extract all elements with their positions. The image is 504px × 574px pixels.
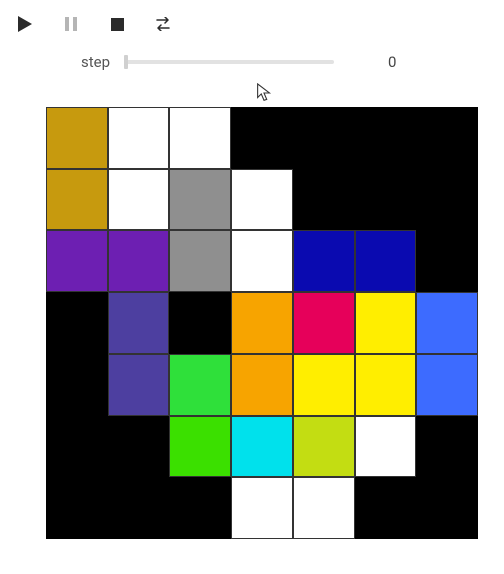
grid-cell — [46, 292, 108, 354]
grid-cell — [416, 230, 478, 292]
grid-cell — [416, 416, 478, 478]
loop-button[interactable] — [154, 15, 172, 33]
grid-cell — [46, 107, 108, 169]
grid-cell — [293, 477, 355, 539]
grid-cell — [293, 230, 355, 292]
grid-cell — [46, 477, 108, 539]
grid-cell — [46, 416, 108, 478]
grid-cell — [293, 292, 355, 354]
grid-cell — [231, 107, 293, 169]
grid-cell — [416, 354, 478, 416]
grid-cell — [355, 354, 417, 416]
grid-cell — [108, 230, 170, 292]
play-button[interactable] — [16, 15, 34, 33]
grid-cell — [293, 354, 355, 416]
grid-cell — [355, 107, 417, 169]
grid-cell — [231, 477, 293, 539]
play-icon — [18, 16, 32, 32]
grid-cell — [231, 416, 293, 478]
grid-container — [10, 107, 494, 539]
grid-cell — [169, 354, 231, 416]
grid-cell — [355, 292, 417, 354]
pause-icon — [65, 17, 77, 31]
cursor-overlay — [10, 83, 494, 105]
grid-cell — [169, 107, 231, 169]
loop-icon — [154, 17, 172, 31]
slider-thumb[interactable] — [124, 55, 128, 69]
grid-cell — [231, 169, 293, 231]
playback-toolbar — [10, 15, 494, 33]
step-slider-row: step 0 — [10, 53, 494, 71]
pause-button[interactable] — [62, 15, 80, 33]
grid-cell — [231, 354, 293, 416]
grid-cell — [108, 169, 170, 231]
grid-cell — [108, 477, 170, 539]
step-value: 0 — [388, 53, 428, 71]
grid-cell — [355, 230, 417, 292]
grid-cell — [416, 169, 478, 231]
grid-cell — [231, 230, 293, 292]
grid-cell — [416, 107, 478, 169]
grid-cell — [46, 230, 108, 292]
grid-cell — [355, 416, 417, 478]
grid-cell — [416, 292, 478, 354]
stop-icon — [111, 18, 124, 31]
grid-cell — [355, 169, 417, 231]
grid-cell — [231, 292, 293, 354]
grid-cell — [169, 477, 231, 539]
grid-cell — [108, 292, 170, 354]
grid-cell — [46, 354, 108, 416]
slider-track — [124, 60, 334, 64]
grid-cell — [355, 477, 417, 539]
grid-cell — [169, 416, 231, 478]
grid-cell — [293, 107, 355, 169]
step-slider[interactable] — [124, 53, 334, 71]
grid-cell — [416, 477, 478, 539]
cursor-icon — [256, 83, 272, 103]
grid-cell — [169, 292, 231, 354]
grid-cell — [108, 354, 170, 416]
grid-cell — [108, 416, 170, 478]
color-grid — [46, 107, 478, 539]
grid-cell — [169, 230, 231, 292]
grid-cell — [108, 107, 170, 169]
stop-button[interactable] — [108, 15, 126, 33]
grid-cell — [169, 169, 231, 231]
step-label: step — [70, 53, 110, 71]
grid-cell — [293, 416, 355, 478]
grid-cell — [293, 169, 355, 231]
grid-cell — [46, 169, 108, 231]
